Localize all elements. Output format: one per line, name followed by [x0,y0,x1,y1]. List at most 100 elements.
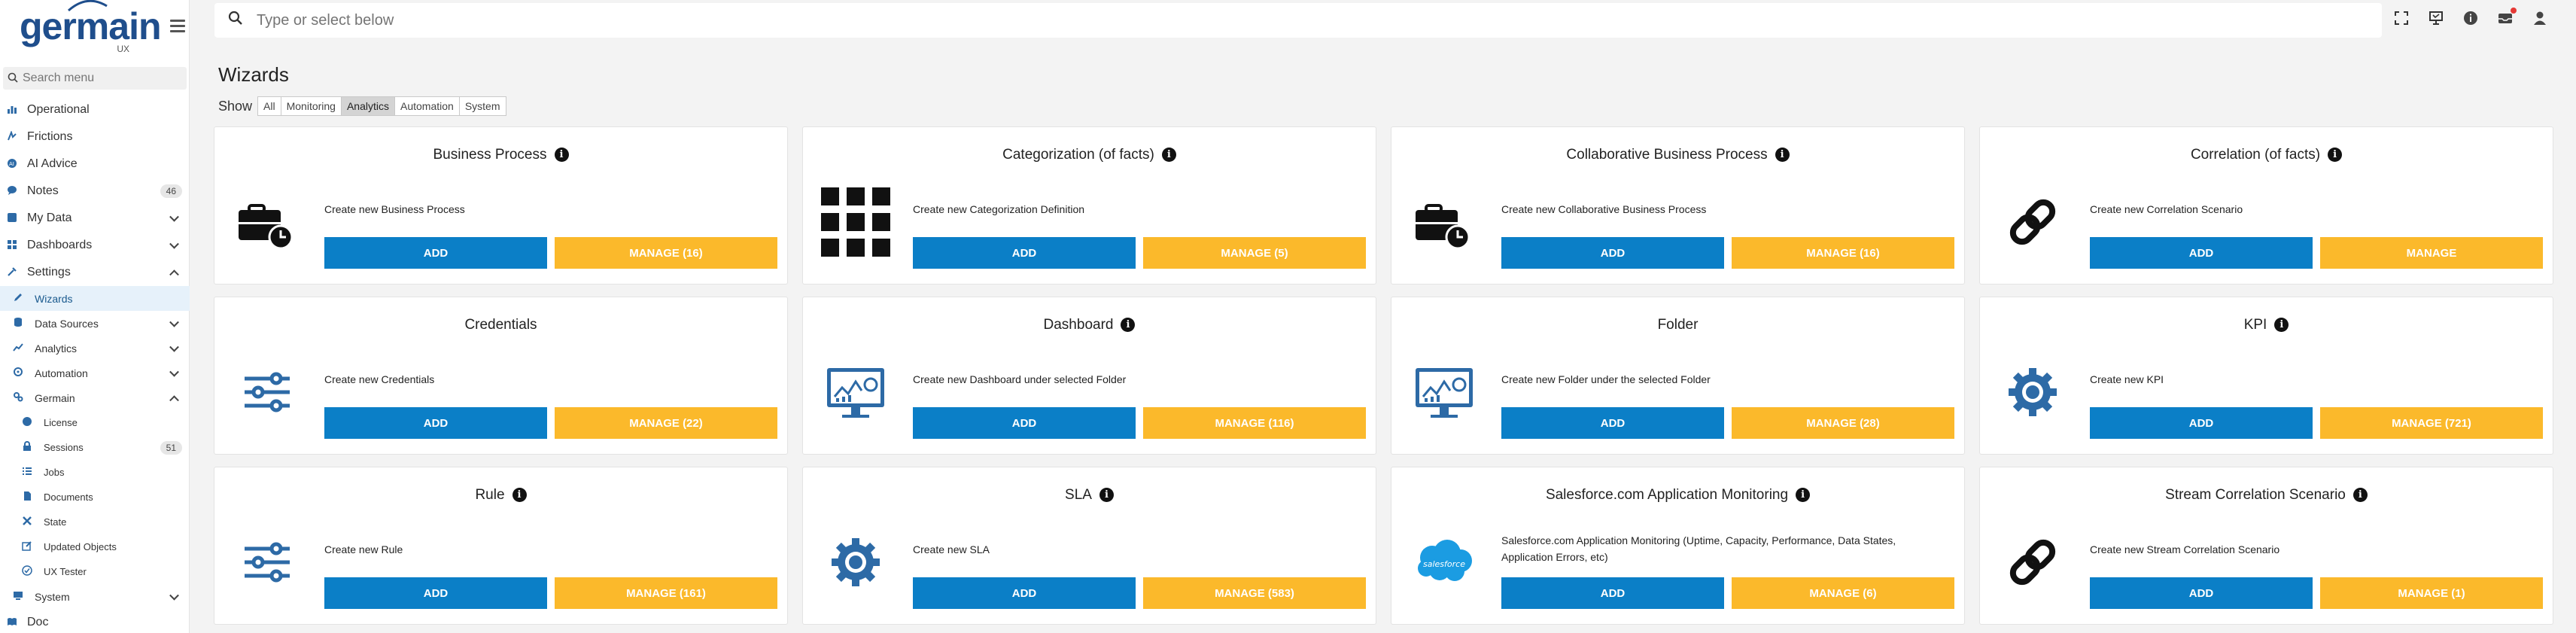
sidebar-item-operational[interactable]: Operational [0,96,190,123]
menu-search[interactable] [3,67,187,90]
sidebar-item-automation[interactable]: Automation [0,361,190,385]
info-icon[interactable]: i [554,148,569,162]
sidebar-item-jobs[interactable]: Jobs [0,460,190,485]
user-icon[interactable] [2532,11,2548,27]
sidebar-item-germain[interactable]: Germain [0,385,190,410]
card-title: SLA i [803,487,1376,504]
ai-icon: AI [5,158,20,171]
state-icon [20,516,35,528]
manage-button[interactable]: MANAGE (161) [555,577,777,609]
add-button[interactable]: ADD [913,237,1136,269]
chevron-up-icon[interactable] [169,269,179,280]
add-button[interactable]: ADD [913,577,1136,609]
chevron-down-icon[interactable] [169,239,179,249]
data-icon [5,212,20,225]
global-search-input[interactable] [257,11,934,29]
add-button[interactable]: ADD [1501,237,1724,269]
sidebar-item-license[interactable]: License [0,410,190,435]
card-title: Collaborative Business Process i [1391,147,1964,163]
manage-button[interactable]: MANAGE (721) [2320,407,2543,439]
info-icon[interactable]: i [1161,148,1176,162]
sidebar-item-state[interactable]: State [0,510,190,534]
info-icon[interactable]: i [2274,318,2289,332]
add-button[interactable]: ADD [324,577,547,609]
filter-all[interactable]: All [257,96,281,116]
sidebar-item-label: Automation [35,367,88,379]
add-button[interactable]: ADD [2090,577,2313,609]
manage-button[interactable]: MANAGE (583) [1143,577,1366,609]
page-title: Wizards [218,63,289,86]
global-search-bar[interactable] [214,3,2382,38]
add-button[interactable]: ADD [913,407,1136,439]
manage-button[interactable]: MANAGE (16) [555,237,777,269]
sidebar-item-data-sources[interactable]: Data Sources [0,311,190,336]
add-button[interactable]: ADD [2090,407,2313,439]
card-description: Create new Business Process [324,203,465,215]
info-icon[interactable]: i [2352,488,2368,502]
manage-button[interactable]: MANAGE (5) [1143,237,1366,269]
info-icon[interactable]: i [1796,488,1811,502]
sidebar-item-analytics[interactable]: Analytics [0,336,190,361]
manage-button[interactable]: MANAGE (6) [1732,577,1954,609]
automation-icon [11,367,26,379]
filter-analytics[interactable]: Analytics [340,96,395,116]
info-icon[interactable]: i [2328,148,2343,162]
sidebar-item-documents[interactable]: Documents [0,485,190,510]
filter-system[interactable]: System [458,96,506,116]
sidebar-item-settings[interactable]: Settings [0,259,190,286]
manage-button[interactable]: MANAGE (1) [2320,577,2543,609]
chevron-down-icon[interactable] [169,342,179,352]
chevron-up-icon[interactable] [169,394,179,405]
info-icon[interactable]: i [1099,488,1114,502]
info-icon[interactable]: i [1775,148,1790,162]
filter-automation[interactable]: Automation [394,96,460,116]
wizard-card-kpi: KPI i Create new KPI ADD MANAGE (721) [1979,297,2553,455]
sidebar-item-label: Dashboards [27,239,93,251]
card-description: Salesforce.com Application Monitoring (U… [1501,534,1896,563]
add-button[interactable]: ADD [324,407,547,439]
brand-sub: UX [117,44,129,54]
sidebar-item-doc[interactable]: Doc [0,609,190,633]
sidebar-item-ai-advice[interactable]: AI AI Advice [0,151,190,178]
sidebar-item-my-data[interactable]: My Data [0,205,190,232]
chevron-down-icon[interactable] [169,212,179,222]
info-icon[interactable]: i [1121,318,1136,332]
filter-monitoring[interactable]: Monitoring [280,96,342,116]
sidebar-item-label: System [35,590,70,603]
wizard-card-categorization: Categorization (of facts) i Create new Ca… [802,126,1376,285]
sidebar-item-ux-tester[interactable]: UX Tester [0,559,190,584]
add-button[interactable]: ADD [2090,237,2313,269]
sidebar-item-wizards[interactable]: Wizards [0,286,190,311]
add-button[interactable]: ADD [1501,407,1724,439]
sidebar-item-updated-objects[interactable]: Updated Objects [0,534,190,559]
sidebar-menu: Operational Frictions AI AI Advice Notes… [0,96,190,633]
chevron-down-icon[interactable] [169,367,179,377]
menu-search-input[interactable] [23,72,173,85]
manage-button[interactable]: MANAGE (22) [555,407,777,439]
fullscreen-icon[interactable] [2393,11,2410,27]
monitor-chart-icon [821,358,890,427]
sidebar-item-system[interactable]: System [0,584,190,609]
info-icon[interactable]: i [512,488,527,502]
chevron-down-icon[interactable] [169,590,179,601]
sidebar-item-notes[interactable]: Notes 46 [0,178,190,205]
sidebar-item-label: Jobs [44,467,65,478]
sidebar-item-dashboards[interactable]: Dashboards [0,232,190,259]
add-button[interactable]: ADD [1501,577,1724,609]
info-icon[interactable] [2462,11,2479,27]
manage-button[interactable]: MANAGE (28) [1732,407,1954,439]
check-icon [20,565,35,578]
hamburger-icon[interactable] [170,20,185,32]
wizard-card-folder: Folder Create new Folder under the selec… [1391,297,1965,455]
sidebar-item-sessions[interactable]: Sessions 51 [0,435,190,460]
germain-logo[interactable]: germain UX [20,0,162,59]
license-icon [20,416,35,429]
manage-button[interactable]: MANAGE (16) [1732,237,1954,269]
sidebar-item-frictions[interactable]: Frictions [0,123,190,151]
chevron-down-icon[interactable] [169,317,179,327]
manage-button[interactable]: MANAGE (116) [1143,407,1366,439]
inbox-icon[interactable] [2497,8,2517,27]
presentation-icon[interactable] [2428,11,2444,27]
manage-button[interactable]: MANAGE [2320,237,2543,269]
add-button[interactable]: ADD [324,237,547,269]
